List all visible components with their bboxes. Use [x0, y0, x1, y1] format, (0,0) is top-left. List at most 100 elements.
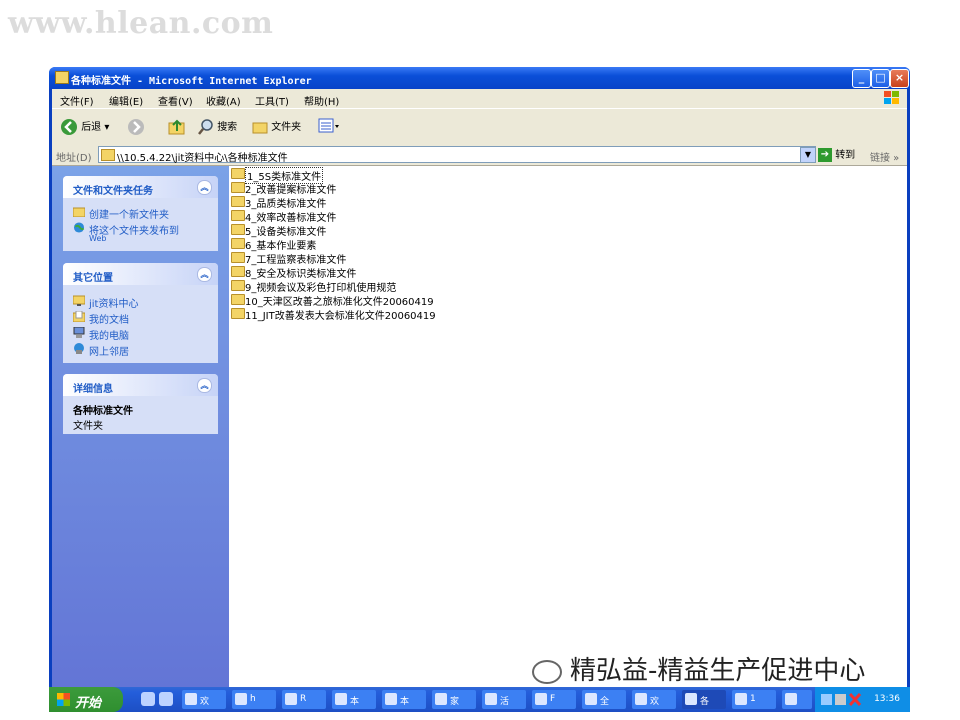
start-button[interactable]: 开始 [49, 687, 123, 712]
folder-icon [231, 252, 245, 263]
folder-icon [231, 224, 245, 235]
views-button[interactable] [318, 118, 340, 137]
task-pane: 文件和文件夹任务 ︽ 创建一个新文件夹 将这个文件夹发布到 Web 其它位置 ︽ [52, 166, 229, 687]
taskbar-item[interactable]: 欢 [632, 690, 676, 709]
desktop-quicklaunch-icon[interactable] [159, 692, 173, 706]
back-dropdown-icon[interactable]: ▾ [104, 122, 109, 133]
go-arrow-icon: ➔ [818, 148, 832, 162]
menu-file[interactable]: 文件(F) [60, 93, 94, 108]
links-button[interactable]: 链接 » [870, 149, 899, 164]
folders-icon [252, 122, 268, 134]
taskbar-item[interactable]: 活 [482, 690, 526, 709]
collapse-chevron-icon[interactable]: ︽ [197, 180, 212, 195]
computer-icon [73, 327, 85, 338]
panel-header[interactable]: 详细信息 ︽ [63, 374, 218, 396]
address-input[interactable]: \\10.5.4.22\jit资料中心\各种标准文件 [98, 146, 816, 164]
minimize-button[interactable]: _ [852, 69, 871, 88]
address-bar: 地址(D) \\10.5.4.22\jit资料中心\各种标准文件 ▼ ➔ 转到 … [52, 143, 907, 166]
taskbar-item[interactable]: 本 [382, 690, 426, 709]
address-label: 地址(D) [56, 153, 92, 164]
maximize-button[interactable]: □ [871, 69, 890, 88]
forward-button[interactable] [127, 118, 145, 139]
go-button[interactable]: ➔ 转到 [818, 146, 855, 162]
back-label: 后退 [81, 122, 102, 133]
folder-icon [231, 238, 245, 249]
app-icon [635, 693, 647, 705]
folders-label: 文件夹 [271, 122, 302, 133]
menu-tools[interactable]: 工具(T) [255, 93, 289, 108]
folder-icon [231, 196, 245, 207]
other-places-panel: 其它位置 ︽ jit资料中心 我的文档 我的电脑 网上邻居 [63, 263, 218, 363]
start-label: 开始 [75, 696, 102, 711]
back-arrow-icon [61, 119, 77, 135]
window-title: 各种标准文件 - Microsoft Internet Explorer [71, 76, 312, 87]
up-folder-icon [168, 119, 185, 135]
menu-edit[interactable]: 编辑(E) [109, 93, 143, 108]
app-icon [285, 693, 297, 705]
app-icon [185, 693, 197, 705]
site-watermark: www.hlean.com [8, 6, 274, 41]
folders-button[interactable]: 文件夹 [252, 118, 301, 135]
search-button[interactable]: 搜索 [198, 118, 237, 135]
app-icon [735, 693, 747, 705]
network-folder-icon [73, 295, 85, 306]
windows-logo-icon [57, 693, 70, 706]
clock: 13:36 [874, 694, 900, 704]
app-icon [435, 693, 447, 705]
menu-favorites[interactable]: 收藏(A) [206, 93, 241, 108]
close-button[interactable]: × [890, 69, 909, 88]
views-icon [318, 118, 339, 133]
taskbar-item[interactable]: 欢 [182, 690, 226, 709]
up-folder-button[interactable] [168, 118, 186, 139]
explorer-window: 各种标准文件 - Microsoft Internet Explorer _ □… [49, 67, 910, 687]
taskbar-item[interactable]: 全 [582, 690, 626, 709]
task-new-folder[interactable]: 创建一个新文件夹 [63, 204, 218, 221]
app-icon [485, 693, 497, 705]
forward-arrow-icon [128, 119, 144, 135]
ie-quicklaunch-icon[interactable] [141, 692, 155, 706]
app-icon [585, 693, 597, 705]
taskbar-item[interactable] [782, 690, 812, 709]
network-icon [74, 343, 84, 354]
menu-view[interactable]: 查看(V) [158, 93, 193, 108]
place-my-computer[interactable]: 我的电脑 [63, 325, 218, 342]
back-button[interactable]: 后退 ▾ [60, 118, 109, 136]
place-jit[interactable]: jit资料中心 [63, 293, 218, 310]
title-bar[interactable]: 各种标准文件 - Microsoft Internet Explorer _ □… [49, 67, 910, 89]
my-documents-icon [73, 311, 85, 322]
taskbar-item[interactable]: 家 [432, 690, 476, 709]
place-network[interactable]: 网上邻居 [63, 341, 218, 358]
folder-icon [231, 294, 245, 305]
file-folder-tasks-panel: 文件和文件夹任务 ︽ 创建一个新文件夹 将这个文件夹发布到 Web [63, 176, 218, 251]
folder-icon [231, 210, 245, 221]
panel-header[interactable]: 文件和文件夹任务 ︽ [63, 176, 218, 198]
file-list: 1_5S类标准文件 2_改善提案标准文件 3_品质类标准文件 4_效率改善标准文… [229, 166, 907, 687]
taskbar-item[interactable]: h [232, 690, 276, 709]
tray-icons [821, 693, 861, 707]
app-icon [235, 693, 247, 705]
new-folder-icon [73, 207, 85, 217]
menu-help[interactable]: 帮助(H) [304, 93, 339, 108]
menu-bar: 文件(F) 编辑(E) 查看(V) 收藏(A) 工具(T) 帮助(H) [52, 89, 907, 108]
collapse-chevron-icon[interactable]: ︽ [197, 378, 212, 393]
wechat-icon [532, 659, 562, 684]
taskbar-item[interactable]: F [532, 690, 576, 709]
app-icon [535, 693, 547, 705]
taskbar-item[interactable]: R [282, 690, 326, 709]
panel-title: 其它位置 [73, 273, 113, 284]
place-my-documents[interactable]: 我的文档 [63, 309, 218, 326]
panel-header[interactable]: 其它位置 ︽ [63, 263, 218, 285]
toolbar: 后退 ▾ 搜索 文件夹 [52, 108, 907, 144]
taskbar-item[interactable]: 本 [332, 690, 376, 709]
details-type: 文件夹 [73, 421, 103, 432]
taskbar-item[interactable]: 1 [732, 690, 776, 709]
panel-title: 详细信息 [73, 384, 113, 395]
taskbar-item-active[interactable]: 各 [682, 690, 726, 709]
details-panel: 详细信息 ︽ 各种标准文件 文件夹 [63, 374, 218, 434]
go-label: 转到 [835, 150, 856, 161]
collapse-chevron-icon[interactable]: ︽ [197, 267, 212, 282]
search-label: 搜索 [217, 122, 238, 133]
task-publish-web-suffix[interactable]: Web [63, 232, 218, 244]
address-dropdown-icon[interactable]: ▼ [800, 147, 816, 163]
app-icon [335, 693, 347, 705]
